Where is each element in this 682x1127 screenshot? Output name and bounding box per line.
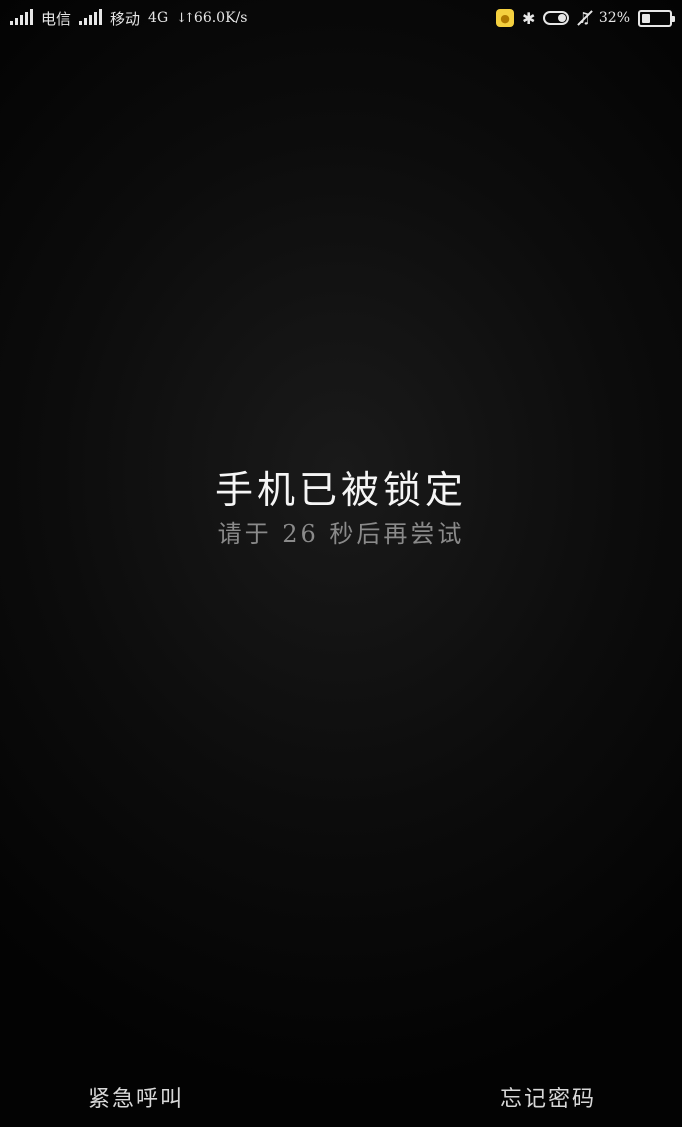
- battery-fill: [642, 13, 651, 23]
- lock-countdown: 请于 26 秒后再尝试: [217, 520, 465, 548]
- emergency-call-button[interactable]: 紧急呼叫: [88, 1081, 184, 1113]
- bottom-actions: 紧急呼叫 忘记密码: [0, 1083, 682, 1113]
- toggle-icon: [543, 11, 570, 25]
- bell-muted-icon: ♫: [577, 9, 591, 27]
- network-type-label: 4G: [148, 10, 169, 26]
- battery-icon: [638, 9, 675, 27]
- status-left: 电信 移动 4G ↓↑ 66.0K/s: [10, 8, 247, 29]
- network-speed: ↓↑ 66.0K/s: [176, 10, 247, 26]
- lock-message: 手机已被锁定 请于 26 秒后再尝试: [0, 466, 682, 550]
- carrier-2-label: 移动: [110, 9, 141, 28]
- signal-icon: [79, 9, 103, 25]
- app-badge-icon: ●: [496, 9, 515, 27]
- signal-icon: [10, 9, 33, 25]
- status-bar: 电信 移动 4G ↓↑ 66.0K/s ● ✱ ♫ 32%: [0, 0, 682, 36]
- status-right: ● ✱ ♫ 32%: [496, 8, 675, 28]
- forgot-password-button[interactable]: 忘记密码: [500, 1081, 596, 1113]
- battery-percent: 32%: [598, 10, 630, 26]
- data-arrows-icon: ↓↑: [176, 10, 195, 26]
- carrier-1-label: 电信: [41, 9, 72, 28]
- bluetooth-icon: ✱: [522, 8, 536, 28]
- lock-title: 手机已被锁定: [214, 468, 467, 512]
- network-speed-label: 66.0K/s: [193, 10, 248, 26]
